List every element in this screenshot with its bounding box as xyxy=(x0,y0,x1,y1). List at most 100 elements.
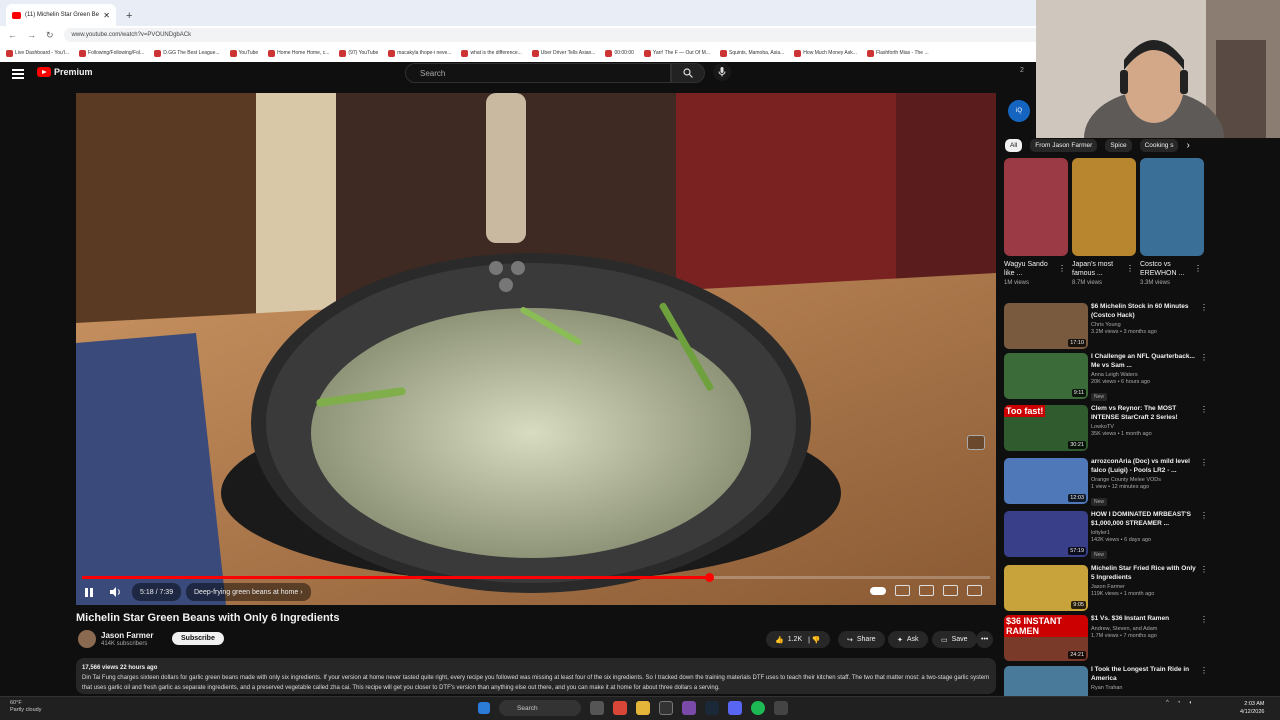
bookmark-item[interactable]: How Much Money Ask... xyxy=(794,49,857,57)
filter-chip[interactable]: Spice xyxy=(1105,139,1132,152)
bookmark-favicon-icon xyxy=(339,49,347,57)
bookmark-item[interactable]: (97) YouTube xyxy=(339,49,378,57)
recommended-video[interactable]: 57:19 HOW I DOMINATED MRBEAST'S $1,000,00… xyxy=(1004,511,1214,561)
more-vert-icon[interactable]: ⋮ xyxy=(1126,264,1134,273)
steam-icon[interactable] xyxy=(705,701,719,715)
bookmark-item[interactable]: Home Home Home, c... xyxy=(268,49,329,57)
bookmark-item[interactable]: D.GG The Best League... xyxy=(154,49,220,57)
youtube-logo[interactable]: Premium xyxy=(37,67,93,77)
short-card[interactable]: Japan's most famous ... 8.7M views ⋮ xyxy=(1072,158,1136,286)
more-vert-icon[interactable]: ⋮ xyxy=(1058,264,1066,273)
miniplayer-icon[interactable] xyxy=(943,585,958,596)
captions-overlay-icon[interactable] xyxy=(967,435,985,450)
bookmark-item[interactable]: Uber Driver Tells Asian... xyxy=(531,49,596,57)
more-vert-icon[interactable]: ⋮ xyxy=(1200,666,1208,675)
more-actions-button[interactable]: ••• xyxy=(976,631,994,648)
subtitles-icon[interactable] xyxy=(895,585,910,596)
terminal-app-icon[interactable] xyxy=(659,701,673,715)
bookmark-label: YouTube xyxy=(238,50,259,56)
bookmark-item[interactable]: 00:00:00 xyxy=(605,49,634,57)
forward-icon[interactable]: → xyxy=(27,30,36,40)
bookmark-item[interactable]: Squints, Mamoba, Asia... xyxy=(719,49,784,57)
channel-name[interactable]: Jason Farmer xyxy=(101,631,153,640)
autoplay-toggle[interactable] xyxy=(870,586,886,595)
taskbar-clock[interactable]: 2:03 AM 4/12/2026 xyxy=(1240,700,1264,716)
app-icon-dark[interactable] xyxy=(774,701,788,715)
reload-icon[interactable]: ↻ xyxy=(46,30,54,41)
fullscreen-icon[interactable] xyxy=(967,585,982,596)
recommended-video[interactable]: 9:11 I Challenge an NFL Quarterback... Me… xyxy=(1004,353,1214,403)
task-view-icon[interactable] xyxy=(590,701,604,715)
tab-close-icon[interactable]: ✕ xyxy=(103,11,110,20)
filter-chip[interactable]: From Jason Farmer xyxy=(1030,139,1098,152)
browser-app-icon[interactable] xyxy=(613,701,627,715)
recommended-video[interactable]: 12:03 arrozconAria (Doc) vs mild level fa… xyxy=(1004,458,1214,508)
bookmark-item[interactable]: what is the difference... xyxy=(461,49,522,57)
thumbs-down-icon[interactable]: | 👎 xyxy=(806,636,821,644)
ask-button[interactable]: ✦ Ask xyxy=(888,631,928,648)
chapter-button[interactable]: Deep-frying green beans at home › xyxy=(186,583,311,601)
scrubber-handle[interactable] xyxy=(704,573,714,582)
recommended-video[interactable]: Too fast! 30:21 Clem vs Reynor: The MOST I… xyxy=(1004,405,1214,455)
bookmark-item[interactable]: Live Dashboard - You'l... xyxy=(6,49,69,57)
new-tab-button[interactable]: + xyxy=(126,10,132,22)
recommended-video[interactable]: 9:05 Michelin Star Fried Rice with Only 5… xyxy=(1004,565,1214,615)
bookmark-item[interactable]: Yarr! The F — Out Of M... xyxy=(643,49,710,57)
more-vert-icon[interactable]: ⋮ xyxy=(1194,264,1202,273)
more-vert-icon[interactable]: ⋮ xyxy=(1200,458,1208,467)
search-input[interactable]: Search xyxy=(405,63,671,83)
settings-gear-icon[interactable] xyxy=(919,585,934,596)
more-vert-icon[interactable]: ⋮ xyxy=(1200,303,1208,312)
assistant-bubble-icon[interactable]: iQ xyxy=(1008,100,1030,122)
search-button[interactable] xyxy=(671,63,705,83)
video-meta: 1.7M views • 7 months ago xyxy=(1091,632,1157,639)
browser-tab[interactable]: (11) Michelin Star Green Be ✕ xyxy=(6,4,116,26)
more-vert-icon[interactable]: ⋮ xyxy=(1200,353,1208,362)
hamburger-menu-icon[interactable] xyxy=(12,69,24,79)
chevron-right-icon[interactable]: › xyxy=(1186,140,1189,151)
recommended-video[interactable]: $36 INSTANT RAMEN 24:21 $1 Vs. $36 Instant… xyxy=(1004,615,1214,665)
pause-button[interactable] xyxy=(84,583,98,601)
like-button[interactable]: 👍 1.2K | 👎 xyxy=(766,631,830,648)
subscribe-button[interactable]: Subscribe xyxy=(172,632,224,645)
bookmark-item[interactable]: Flashforth Mias - The ... xyxy=(866,49,929,57)
video-title: I Challenge an NFL Quarterback... Me vs … xyxy=(1091,353,1195,369)
video-title: I Took the Longest Train Ride in America xyxy=(1091,666,1190,682)
more-vert-icon[interactable]: ⋮ xyxy=(1200,405,1208,414)
more-vert-icon[interactable]: ⋮ xyxy=(1200,615,1208,624)
more-vert-icon[interactable]: ⋮ xyxy=(1200,565,1208,574)
app-icon-purple[interactable] xyxy=(682,701,696,715)
progress-bar[interactable] xyxy=(82,573,990,582)
description-box[interactable]: 17,566 views 22 hours ago Din Tai Fung c… xyxy=(76,658,996,694)
share-button[interactable]: ↪ Share xyxy=(838,631,885,648)
video-thumbnail: 9:11 xyxy=(1004,353,1088,399)
tray-chevron-icon[interactable]: ^ xyxy=(1166,700,1169,706)
filter-chip[interactable]: All xyxy=(1005,139,1023,152)
speaker-icon[interactable]: ◖ xyxy=(1188,700,1192,706)
taskbar-search[interactable]: Search xyxy=(499,700,581,716)
filter-chip[interactable]: Cooking s xyxy=(1139,139,1179,152)
bookmark-item[interactable]: Following/Following/Fol... xyxy=(79,49,144,57)
bookmark-label: Uber Driver Tells Asian... xyxy=(540,50,596,56)
weather-widget[interactable]: 60°F Partly cloudy xyxy=(10,700,42,714)
back-icon[interactable]: ← xyxy=(8,30,17,40)
channel-avatar[interactable] xyxy=(78,630,96,648)
bookmark-item[interactable]: macakyla thope-i neve... xyxy=(388,49,451,57)
recommended-video[interactable]: 17:10 $6 Michelin Stock in 60 Minutes (Co… xyxy=(1004,303,1214,353)
video-player[interactable] xyxy=(76,93,996,605)
windows-start-icon[interactable] xyxy=(478,702,490,714)
voice-search-button[interactable] xyxy=(713,63,731,81)
file-explorer-icon[interactable] xyxy=(636,701,650,715)
spotify-icon[interactable] xyxy=(751,701,765,715)
video-thumbnail: $36 INSTANT RAMEN 24:21 xyxy=(1004,615,1088,661)
volume-button[interactable] xyxy=(110,583,121,601)
short-card[interactable]: Wagyu Sando like ... 1M views ⋮ xyxy=(1004,158,1068,286)
wifi-icon[interactable]: ◔ xyxy=(1177,700,1181,706)
discord-icon[interactable] xyxy=(728,701,742,715)
short-card[interactable]: Costco vs EREWHON ... 3.3M views ⋮ xyxy=(1140,158,1204,286)
more-vert-icon[interactable]: ⋮ xyxy=(1200,511,1208,520)
save-button[interactable]: ▭ Save xyxy=(932,631,977,648)
bookmark-item[interactable]: YouTube xyxy=(229,49,259,57)
notifications-button[interactable]: 2 xyxy=(1020,67,1024,74)
windows-taskbar: 60°F Partly cloudy Search ^ ◔ ◖ 2:03 AM … xyxy=(0,696,1280,720)
